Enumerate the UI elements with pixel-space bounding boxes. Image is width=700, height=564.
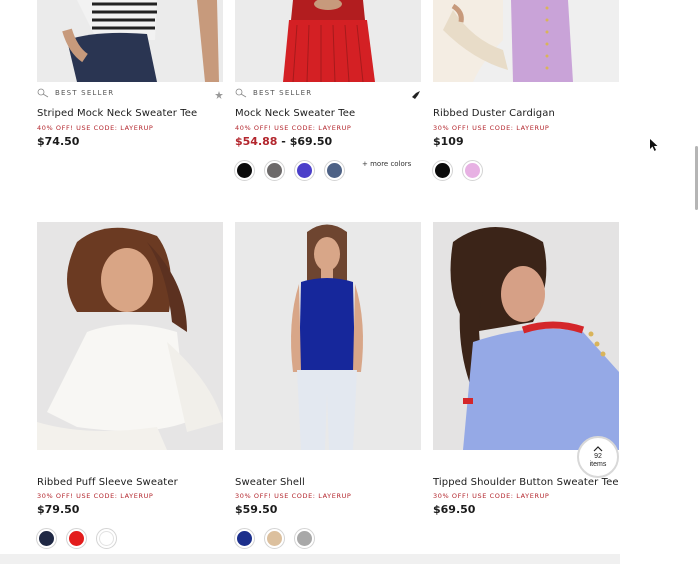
color-swatch-black[interactable]: [234, 160, 255, 181]
color-swatch-red[interactable]: [66, 528, 87, 549]
footer-divider: [0, 554, 620, 564]
best-seller-badge: BEST SELLER: [37, 88, 114, 98]
color-swatch-cobalt[interactable]: [234, 528, 255, 549]
back-to-top-button[interactable]: 92 items: [577, 436, 619, 478]
more-colors-link[interactable]: + more colors: [362, 160, 411, 168]
promo-text: 40% OFF! USE CODE: LAYERUP: [37, 124, 154, 132]
color-swatch-slate[interactable]: [324, 160, 345, 181]
product-title[interactable]: Striped Mock Neck Sweater Tee: [37, 108, 197, 119]
ribbon-icon: [37, 88, 49, 98]
color-swatch-tan[interactable]: [264, 528, 285, 549]
color-swatches: [432, 160, 483, 181]
product-title[interactable]: Ribbed Duster Cardigan: [433, 108, 555, 119]
product-price: $59.50: [235, 503, 278, 516]
product-image-duster-cardigan[interactable]: [433, 0, 619, 82]
badge-label: BEST SELLER: [55, 89, 115, 97]
promo-text: 30% OFF! USE CODE: LAYERUP: [37, 492, 154, 500]
item-count: 92: [594, 452, 602, 460]
product-title[interactable]: Sweater Shell: [235, 477, 305, 488]
product-price: $79.50: [37, 503, 80, 516]
item-count-label: items: [589, 460, 607, 468]
color-swatches: [234, 160, 345, 181]
bird-icon[interactable]: [412, 91, 420, 99]
product-title[interactable]: Tipped Shoulder Button Sweater Tee: [433, 477, 619, 488]
color-swatch-black[interactable]: [432, 160, 453, 181]
color-swatch-purple[interactable]: [294, 160, 315, 181]
color-swatch-grey[interactable]: [294, 528, 315, 549]
product-price: $54.88 - $69.50: [235, 135, 332, 148]
sale-price: $54.88: [235, 135, 278, 148]
promo-text: 30% OFF! USE CODE: LAYERUP: [433, 124, 550, 132]
color-swatch-lilac[interactable]: [462, 160, 483, 181]
mouse-cursor-icon: [650, 139, 658, 151]
promo-text: 30% OFF! USE CODE: LAYERUP: [433, 492, 550, 500]
color-swatch-navy[interactable]: [36, 528, 57, 549]
product-price: $69.50: [433, 503, 476, 516]
promo-text: 30% OFF! USE CODE: LAYERUP: [235, 492, 352, 500]
product-price: $74.50: [37, 135, 80, 148]
product-title[interactable]: Mock Neck Sweater Tee: [235, 108, 355, 119]
product-image-sweater-shell[interactable]: [235, 222, 421, 450]
star-icon[interactable]: [215, 91, 223, 99]
chevron-up-icon: [593, 445, 603, 451]
color-swatches: [36, 528, 117, 549]
color-swatch-grey[interactable]: [264, 160, 285, 181]
color-swatch-white[interactable]: [96, 528, 117, 549]
best-seller-badge: BEST SELLER: [235, 88, 312, 98]
product-price: $109: [433, 135, 464, 148]
price-separator: -: [277, 135, 290, 148]
promo-text: 40% OFF! USE CODE: LAYERUP: [235, 124, 352, 132]
product-image-mock-neck-tee[interactable]: [235, 0, 421, 82]
product-image-striped-tee[interactable]: [37, 0, 223, 82]
scrollbar-thumb[interactable]: [695, 146, 698, 210]
color-swatches: [234, 528, 315, 549]
ribbon-icon: [235, 88, 247, 98]
original-price: $69.50: [289, 135, 333, 148]
product-image-tipped-shoulder-tee[interactable]: [433, 222, 619, 450]
product-title[interactable]: Ribbed Puff Sleeve Sweater: [37, 477, 178, 488]
product-image-puff-sleeve-sweater[interactable]: [37, 222, 223, 450]
badge-label: BEST SELLER: [253, 89, 313, 97]
